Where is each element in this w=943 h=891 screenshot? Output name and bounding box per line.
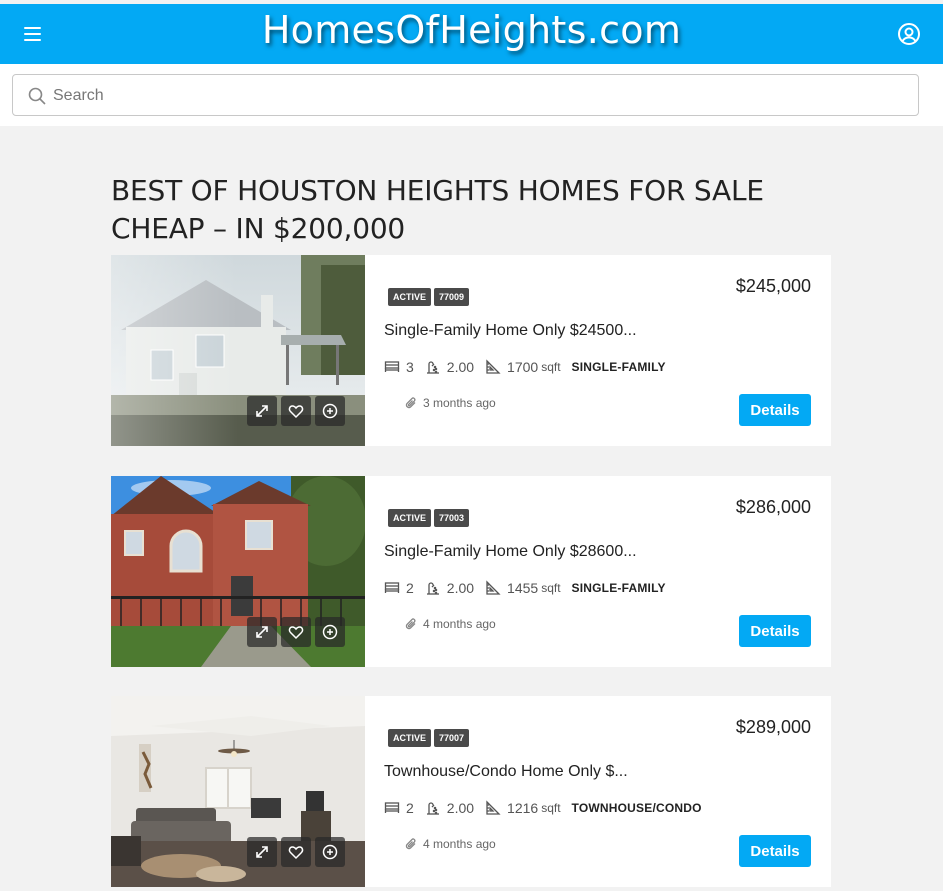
listing-price: $289,000 [735,717,811,737]
baths-count: 2.00 [446,359,475,375]
add-compare-icon[interactable] [315,396,345,426]
zip-badge: 77007 [434,729,470,747]
sqft-value: 1455 [507,580,539,596]
beds-count: 2 [406,800,414,816]
user-account-icon[interactable] [897,22,921,46]
property-type: SINGLE-FAMILY [571,581,666,595]
search-icon [28,87,46,105]
expand-icon[interactable] [247,617,277,647]
heart-icon[interactable] [281,617,311,647]
listing-photo[interactable] [111,255,365,446]
add-compare-icon[interactable] [315,837,345,867]
zip-badge: 77009 [434,288,470,306]
search-input[interactable] [53,83,903,109]
sqft-unit: sqft [541,581,561,595]
top-bar: HomesOfHeights.com [0,4,943,64]
beds-count: 2 [406,580,414,596]
bath-icon [426,361,439,374]
status-badge: ACTIVE [388,729,432,747]
search-bar-container [0,64,943,126]
property-type: SINGLE-FAMILY [571,360,666,374]
search-box[interactable] [12,74,919,116]
status-badge: ACTIVE [388,288,432,306]
listing-title[interactable]: Single-Family Home Only $24500... [384,322,637,340]
posted-time: 4 months ago [423,617,496,631]
listing-title[interactable]: Townhouse/Condo Home Only $... [384,763,628,781]
details-button[interactable]: Details [739,394,811,426]
bath-icon [426,802,439,815]
listing-title[interactable]: Single-Family Home Only $28600... [384,543,637,561]
site-brand[interactable]: HomesOfHeights.com [0,8,943,52]
listing-card: ACTIVE 77003 $286,000 Single-Family Home… [111,476,831,667]
heart-icon[interactable] [281,396,311,426]
details-button[interactable]: Details [739,835,811,867]
area-icon [486,359,501,374]
heart-icon[interactable] [281,837,311,867]
bed-icon [384,802,400,813]
paperclip-icon [405,618,416,630]
bath-icon [426,582,439,595]
listing-card: ACTIVE 77007 $289,000 Townhouse/Condo Ho… [111,696,831,887]
status-badge: ACTIVE [388,509,432,527]
beds-count: 3 [406,359,414,375]
area-icon [486,800,501,815]
listing-price: $245,000 [735,276,811,296]
baths-count: 2.00 [446,580,475,596]
sqft-unit: sqft [541,801,561,815]
area-icon [486,580,501,595]
paperclip-icon [405,397,416,409]
listing-price: $286,000 [735,497,811,517]
expand-icon[interactable] [247,396,277,426]
add-compare-icon[interactable] [315,617,345,647]
listing-photo[interactable] [111,476,365,667]
bed-icon [384,361,400,372]
sqft-value: 1700 [507,359,539,375]
expand-icon[interactable] [247,837,277,867]
posted-time: 3 months ago [423,396,496,410]
listing-card: ACTIVE 77009 $245,000 Single-Family Home… [111,255,831,446]
page-title: BEST OF HOUSTON HEIGHTS HOMES FOR SALE C… [111,174,764,245]
posted-time: 4 months ago [423,837,496,851]
listing-photo[interactable] [111,696,365,887]
paperclip-icon [405,838,416,850]
sqft-value: 1216 [507,800,539,816]
sqft-unit: sqft [541,360,561,374]
baths-count: 2.00 [446,800,475,816]
property-type: TOWNHOUSE/CONDO [571,801,702,815]
details-button[interactable]: Details [739,615,811,647]
zip-badge: 77003 [434,509,470,527]
bed-icon [384,582,400,593]
